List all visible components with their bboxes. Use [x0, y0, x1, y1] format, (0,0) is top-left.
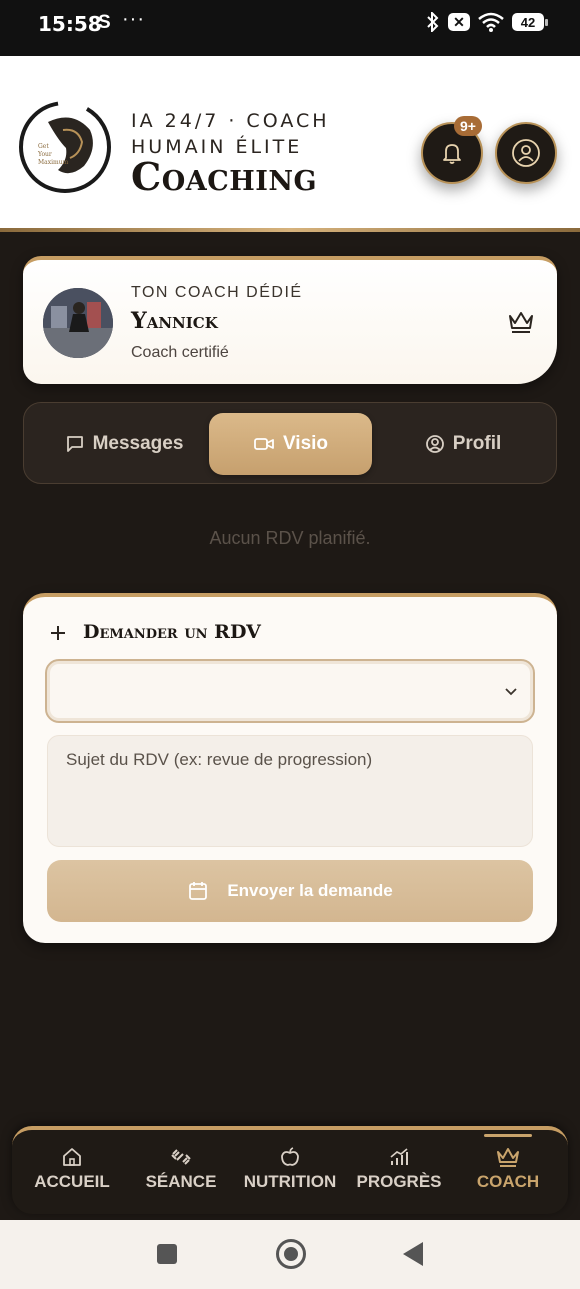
chart-icon	[390, 1148, 408, 1165]
tab-messages-label: Messages	[92, 433, 184, 454]
nav-label-progres: PROGRÈS	[356, 1172, 442, 1191]
no-sim-icon: ✕	[448, 13, 470, 31]
plus-icon	[51, 626, 65, 640]
coach-avatar	[43, 288, 113, 358]
chevron-down-icon	[505, 688, 517, 696]
nav-item-coach[interactable]: COACH	[453, 1146, 563, 1192]
send-request-label: Envoyer la demande	[227, 881, 393, 900]
bluetooth-icon	[427, 12, 439, 32]
nav-label-nutrition: NUTRITION	[243, 1172, 337, 1191]
video-icon	[254, 438, 274, 450]
wifi-icon	[478, 12, 504, 32]
bottom-navigation: ACCUEIL SÉANCE NUTRITION PROGRÈS COACH	[12, 1126, 568, 1214]
crown-icon	[497, 1148, 519, 1167]
apple-icon	[281, 1147, 299, 1166]
coach-tabs: Messages Visio Profil	[23, 402, 557, 484]
user-icon	[512, 139, 540, 167]
lion-logo: Get Your Maximum	[19, 101, 111, 193]
nav-label-seance: SÉANCE	[145, 1172, 217, 1191]
coach-label: TON COACH DÉDIÉ	[131, 284, 303, 301]
notification-badge: 9+	[454, 116, 482, 136]
header-divider	[0, 228, 580, 232]
tab-visio[interactable]: Visio	[209, 413, 372, 475]
home-button[interactable]	[276, 1239, 306, 1269]
logo-text-maximum: Maximum	[38, 159, 69, 166]
recent-apps-button[interactable]	[157, 1244, 177, 1264]
form-title: Demander un RDV	[83, 621, 261, 643]
status-icons: ✕ 42	[426, 12, 548, 32]
nav-item-accueil[interactable]: ACCUEIL	[17, 1146, 127, 1192]
nav-item-seance[interactable]: SÉANCE	[126, 1146, 236, 1192]
home-icon	[63, 1148, 81, 1166]
coach-card: TON COACH DÉDIÉ Yannick Coach certifié	[23, 256, 557, 384]
calendar-icon	[189, 882, 208, 900]
empty-state-message: Aucun RDV planifié.	[209, 528, 371, 548]
request-form-card: Demander un RDV Sujet du RDV (ex: revue …	[23, 593, 557, 943]
nav-item-nutrition[interactable]: NUTRITION	[235, 1146, 345, 1192]
battery-icon: 42	[512, 13, 548, 31]
status-time: 15:58	[38, 12, 102, 36]
more-notifications-icon: ···	[122, 8, 145, 30]
status-bar: 15:58 S ··· ✕ 42	[0, 0, 580, 56]
subject-input[interactable]: Sujet du RDV (ex: revue de progression)	[47, 735, 533, 847]
logo-text-your: Your	[37, 151, 52, 158]
system-navigation-bar	[0, 1220, 580, 1289]
bell-icon	[443, 144, 461, 164]
app-header: Get Your Maximum IA 24/7 · COACH HUMAIN …	[0, 56, 580, 228]
nav-label-accueil: ACCUEIL	[34, 1172, 110, 1191]
tab-messages[interactable]: Messages	[36, 413, 212, 475]
app-notification-icon: S	[98, 12, 111, 33]
tab-profil[interactable]: Profil	[376, 413, 550, 475]
nav-item-progres[interactable]: PROGRÈS	[344, 1146, 454, 1192]
header-tagline: IA 24/7 · COACH HUMAIN ÉLITE	[131, 110, 330, 158]
active-nav-indicator	[484, 1134, 532, 1137]
profile-button[interactable]	[495, 122, 557, 184]
user-circle-icon	[425, 435, 444, 453]
send-request-button[interactable]: Envoyer la demande	[47, 860, 533, 922]
back-button[interactable]	[403, 1242, 423, 1266]
logo-text-get: Get	[38, 143, 49, 150]
tab-visio-label: Visio	[282, 433, 329, 454]
crown-icon	[509, 312, 533, 333]
message-icon	[66, 436, 83, 452]
dumbbell-icon	[171, 1149, 191, 1165]
tab-profil-label: Profil	[452, 433, 502, 454]
page-title: Coaching	[131, 154, 318, 199]
nav-label-coach: COACH	[476, 1172, 540, 1191]
slot-select[interactable]	[45, 659, 535, 723]
coach-name: Yannick	[131, 308, 218, 334]
coach-subtitle: Coach certifié	[131, 344, 229, 361]
